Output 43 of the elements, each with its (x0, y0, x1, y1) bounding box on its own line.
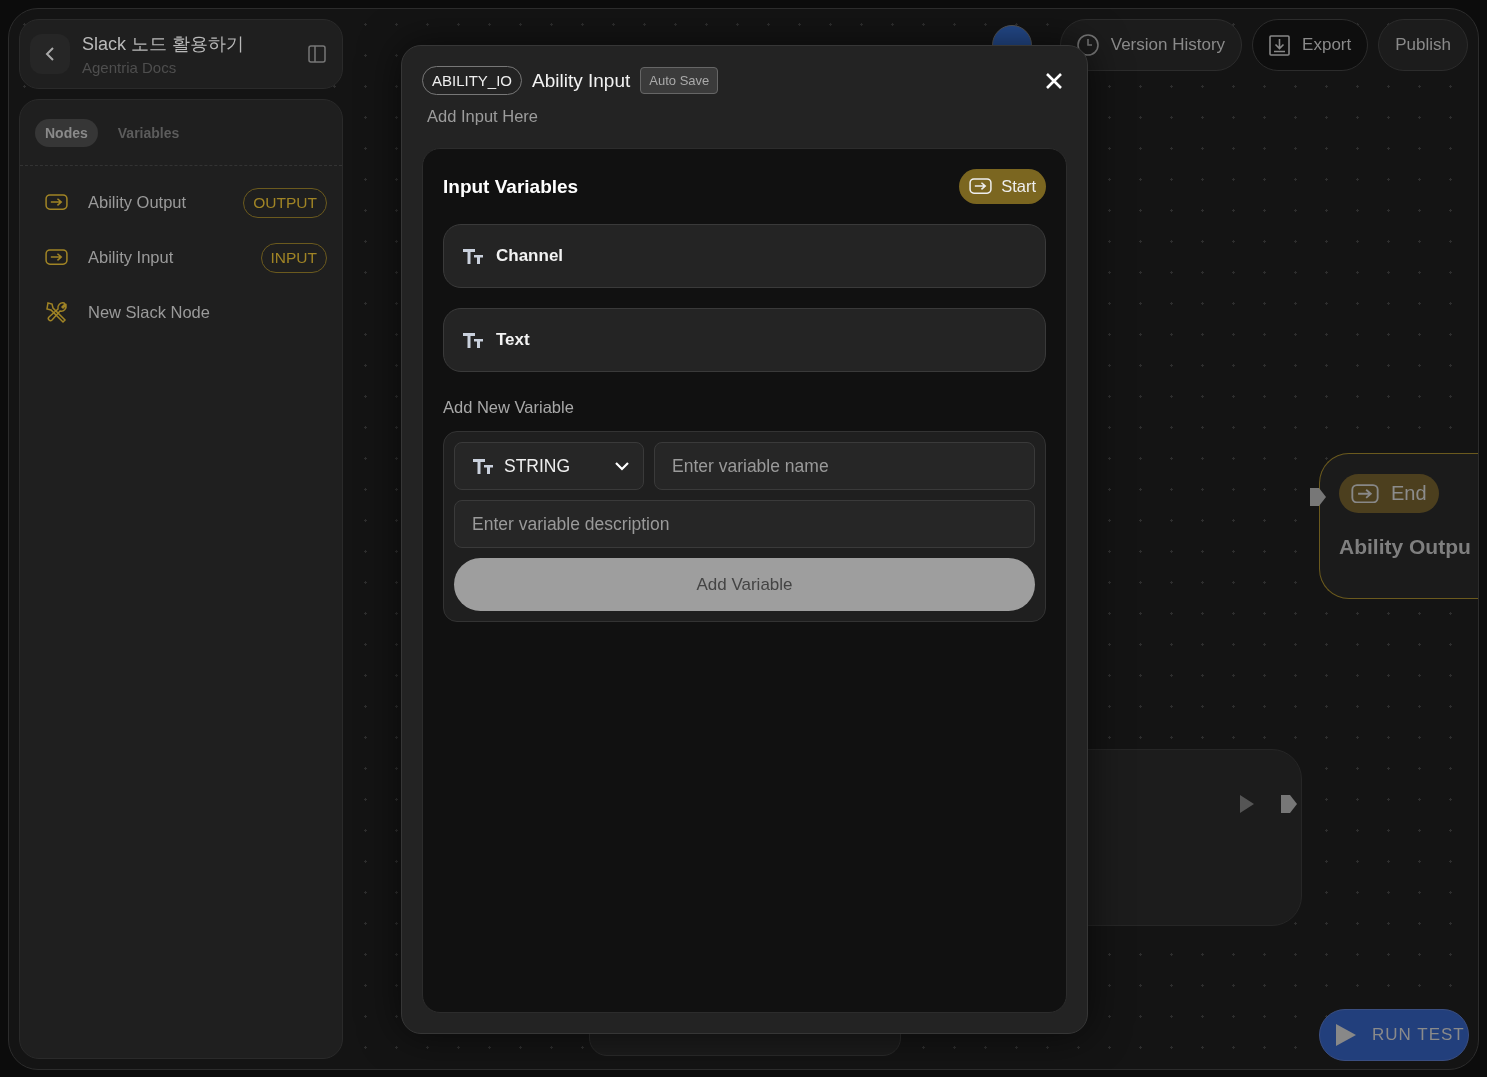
start-button[interactable]: Start (959, 169, 1046, 204)
end-badge: End (1339, 474, 1439, 513)
enter-icon (45, 249, 68, 266)
sidebar-tab[interactable]: Nodes (35, 118, 98, 147)
play-icon (1240, 795, 1254, 813)
end-node[interactable]: End Ability Outpu (1319, 453, 1478, 599)
toolbar-button[interactable]: Publish (1378, 19, 1468, 71)
variable-description-field[interactable]: Enter variable description (454, 500, 1035, 548)
toolbar-button[interactable]: Version History (1059, 19, 1243, 71)
text-type-icon (462, 331, 484, 349)
dialog-title: Ability Input (532, 69, 631, 92)
add-variable-button[interactable]: Add Variable (454, 558, 1035, 611)
clock-icon (1076, 34, 1099, 56)
node-list-item[interactable]: Ability Output OUTPUT (35, 182, 327, 223)
node-list-item[interactable]: New Slack Node (35, 292, 327, 333)
enter-icon (1351, 483, 1379, 504)
variable-row[interactable]: Text (443, 308, 1046, 372)
run-test-button[interactable]: RUN TEST (1319, 1009, 1469, 1061)
download-icon (1269, 34, 1291, 56)
add-variable-label: Add New Variable (443, 398, 575, 417)
play-icon (1336, 1024, 1356, 1046)
output-port-icon[interactable] (1281, 795, 1297, 813)
dialog-subtitle: Add Input Here (427, 107, 539, 126)
tools-icon (45, 301, 68, 324)
node-title: Ability Outpu (1339, 535, 1472, 559)
enter-icon (45, 194, 68, 211)
input-port-icon[interactable] (1310, 488, 1326, 506)
variable-name-field[interactable]: Enter variable name (654, 442, 1035, 490)
back-icon (44, 46, 56, 62)
chevron-down-icon (615, 461, 629, 471)
toolbar-button[interactable]: Export (1252, 19, 1369, 71)
text-type-icon (462, 247, 484, 265)
project-title: Slack 노드 활용하기 (82, 33, 246, 56)
enter-icon (969, 178, 993, 195)
text-type-icon (472, 457, 494, 475)
node-list-item[interactable]: Ability Input INPUT (35, 237, 327, 278)
close-button[interactable] (1045, 71, 1063, 90)
variable-row[interactable]: Channel (443, 224, 1046, 288)
section-title: Input Variables (443, 175, 579, 198)
type-select[interactable]: STRING (454, 442, 644, 490)
back-button[interactable] (30, 34, 70, 74)
auto-save-badge: Auto Save (640, 67, 719, 94)
sidebar-toggle-icon[interactable] (308, 45, 326, 63)
